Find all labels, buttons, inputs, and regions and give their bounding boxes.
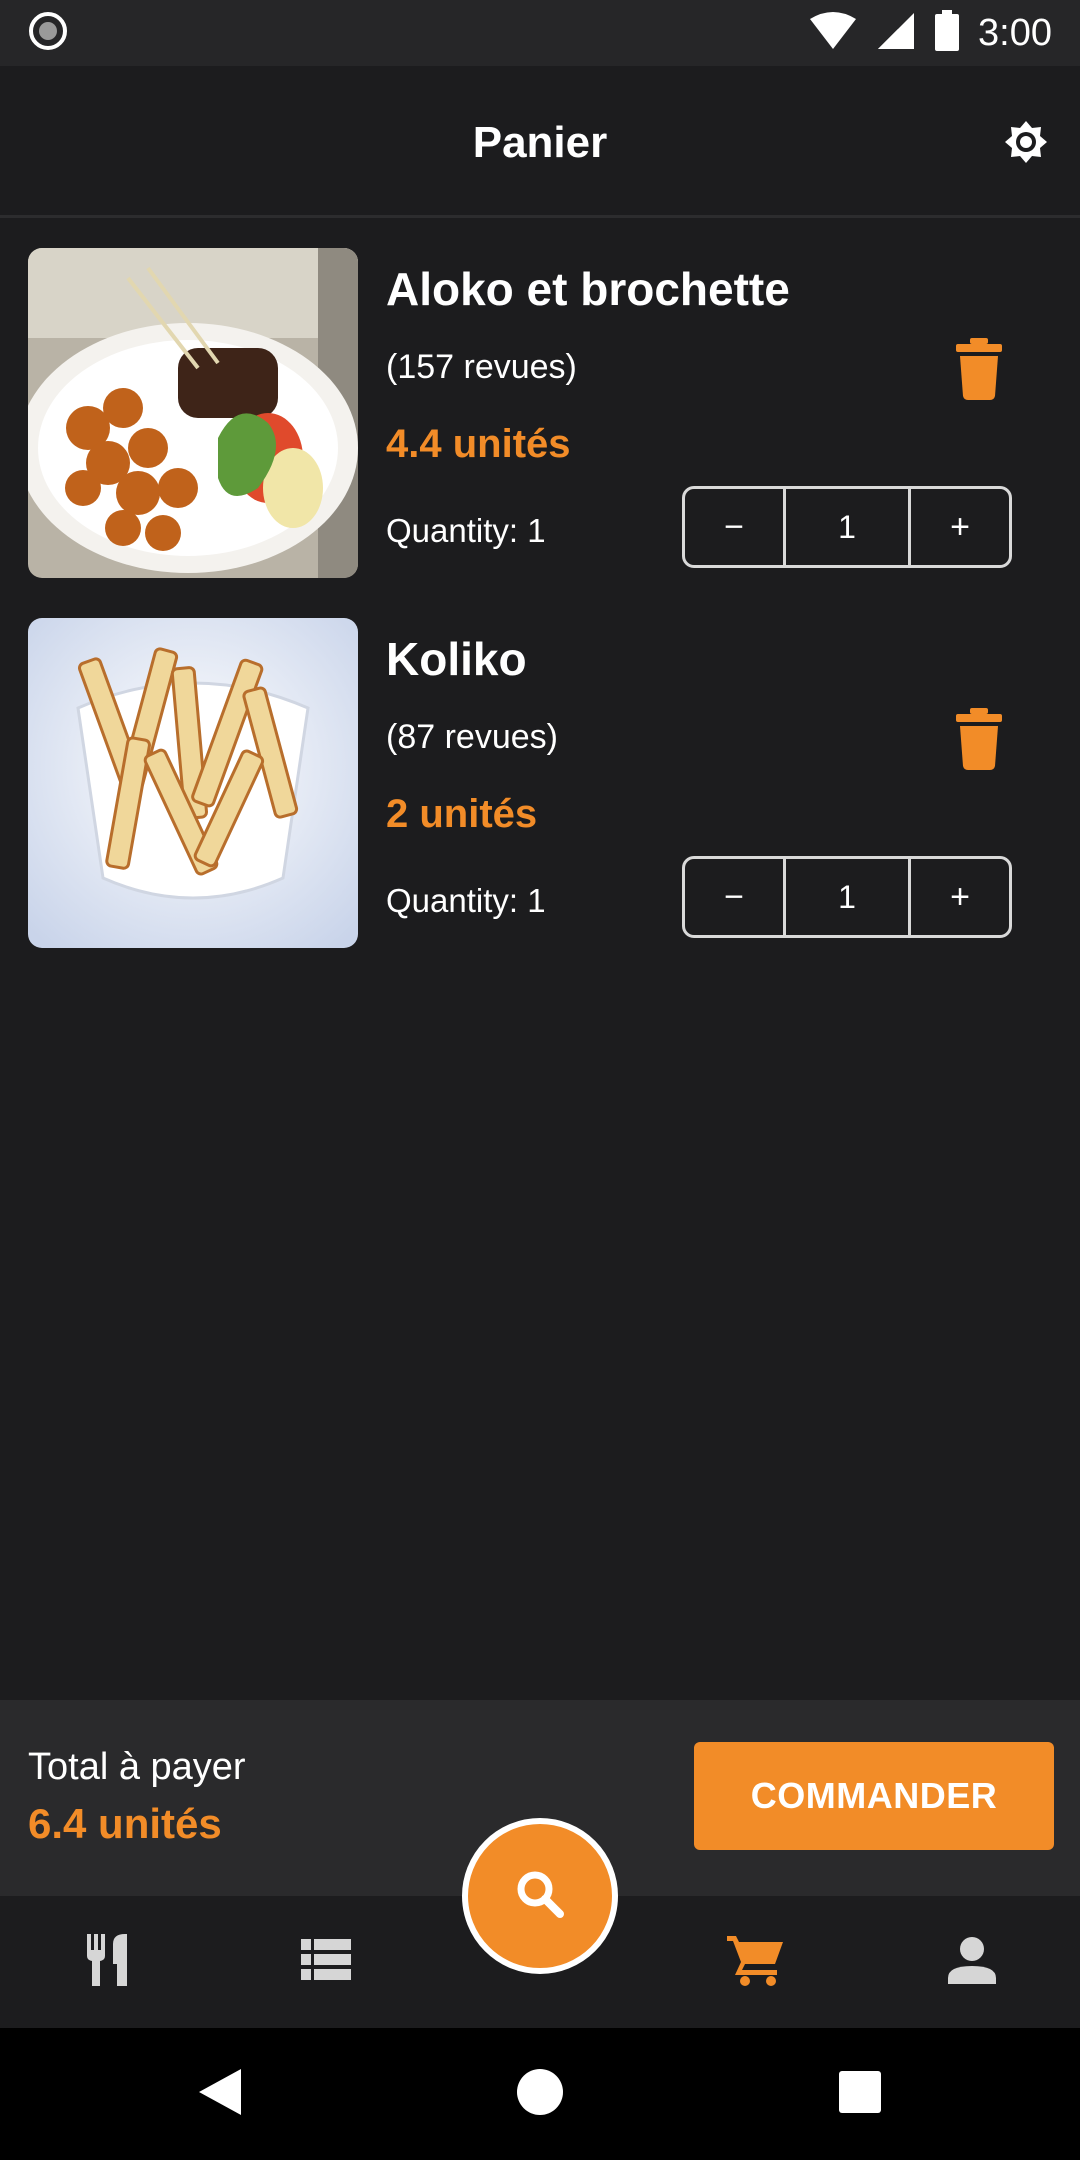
- nav-restaurant[interactable]: [80, 1932, 140, 1992]
- decrement-button[interactable]: −: [685, 489, 783, 565]
- cart-item: Koliko (87 revues) 2 unités Quantity: 1 …: [0, 618, 1080, 948]
- wifi-icon: [808, 11, 858, 56]
- quantity-value[interactable]: 1: [783, 489, 911, 565]
- recents-button[interactable]: [830, 2064, 890, 2124]
- delete-button[interactable]: [954, 708, 1004, 770]
- order-button[interactable]: COMMANDER: [694, 1742, 1054, 1850]
- recents-icon: [839, 2070, 881, 2118]
- signal-icon: [876, 11, 916, 56]
- trash-icon: [954, 708, 1004, 774]
- item-reviews: (87 revues): [386, 718, 558, 756]
- item-quantity-label: Quantity: 1: [386, 882, 546, 919]
- quantity-stepper: − 1 +: [682, 486, 1012, 568]
- theme-toggle-button[interactable]: [996, 114, 1056, 174]
- product-image: [28, 618, 358, 948]
- cart-screen: 3:00 Panier Aloko et brochette (157 revu…: [0, 0, 1080, 2160]
- home-icon: [516, 2068, 564, 2121]
- app-bar: Panier: [0, 66, 1080, 218]
- item-quantity-label: Quantity: 1: [386, 512, 546, 549]
- cart-icon: [727, 1934, 785, 1991]
- list-icon: [301, 1938, 351, 1986]
- trash-icon: [954, 338, 1004, 404]
- total-label: Total à payer: [28, 1746, 246, 1788]
- system-navigation-bar: [0, 2028, 1080, 2160]
- page-title: Panier: [472, 118, 608, 167]
- status-time: 3:00: [978, 11, 1052, 54]
- decrement-button[interactable]: −: [685, 859, 783, 935]
- item-price: 2 unités: [386, 792, 538, 836]
- back-icon: [197, 2067, 243, 2122]
- item-price: 4.4 unités: [386, 422, 571, 466]
- item-reviews: (157 revues): [386, 348, 577, 386]
- item-name: Koliko: [386, 633, 527, 685]
- increment-button[interactable]: +: [911, 489, 1009, 565]
- delete-button[interactable]: [954, 338, 1004, 400]
- home-button[interactable]: [510, 2064, 570, 2124]
- nav-cart[interactable]: [726, 1932, 786, 1992]
- restaurant-icon: [87, 1933, 133, 1991]
- search-button[interactable]: [462, 1818, 618, 1974]
- increment-button[interactable]: +: [911, 859, 1009, 935]
- quantity-stepper: − 1 +: [682, 856, 1012, 938]
- profile-icon: [948, 1936, 996, 1989]
- record-icon: [28, 11, 68, 56]
- item-name: Aloko et brochette: [386, 263, 790, 315]
- brightness-icon: [1004, 120, 1048, 169]
- nav-profile[interactable]: [942, 1932, 1002, 1992]
- quantity-value[interactable]: 1: [783, 859, 911, 935]
- cart-item: Aloko et brochette (157 revues) 4.4 unit…: [0, 248, 1080, 578]
- battery-icon: [934, 9, 960, 57]
- nav-categories[interactable]: [296, 1932, 356, 1992]
- product-image: [28, 248, 358, 578]
- back-button[interactable]: [190, 2064, 250, 2124]
- total-value: 6.4 unités: [28, 1800, 222, 1847]
- status-bar: 3:00: [0, 0, 1080, 66]
- search-icon: [515, 1869, 565, 1924]
